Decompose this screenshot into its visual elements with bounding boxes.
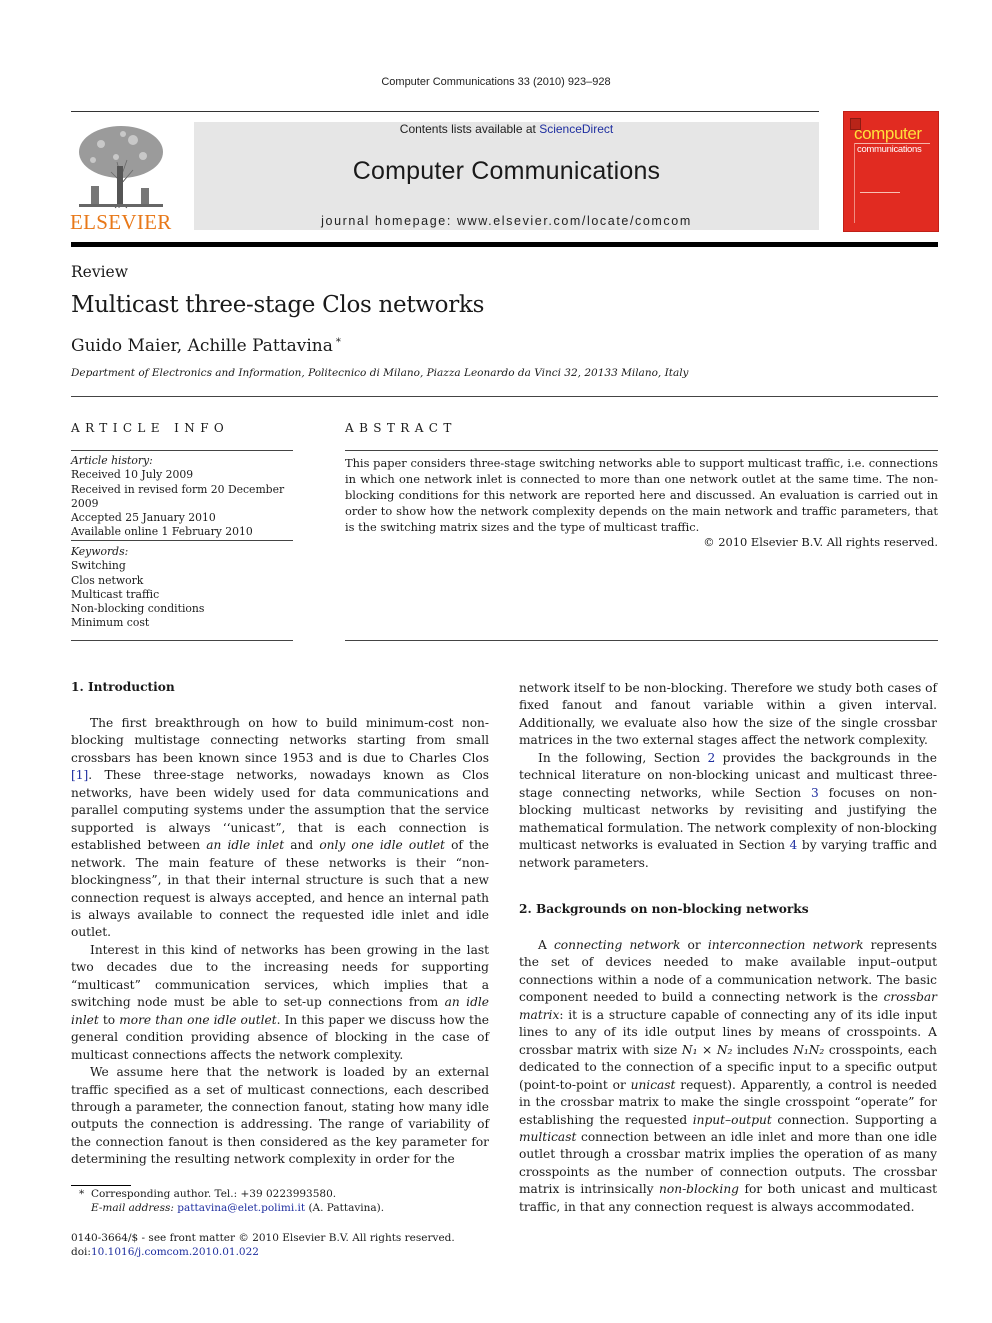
article-info-rule bbox=[71, 540, 293, 541]
section-heading-backgrounds: 2. Backgrounds on non-blocking networks bbox=[519, 902, 809, 916]
emphasis: non-blocking bbox=[659, 1182, 739, 1197]
paragraph: We assume here that the network is loade… bbox=[71, 1065, 489, 1167]
keyword: Switching bbox=[71, 559, 126, 573]
keyword: Clos network bbox=[71, 573, 144, 587]
doi-link[interactable]: 10.1016/j.comcom.2010.01.022 bbox=[91, 1246, 259, 1258]
text: of the network. The main feature of thes… bbox=[71, 838, 490, 940]
history-item: Available online 1 February 2010 bbox=[71, 525, 253, 539]
body-column-right-section2: A connecting network or interconnection … bbox=[519, 937, 937, 1216]
text: In the following, Section bbox=[538, 750, 708, 765]
emphasis: multicast bbox=[519, 1129, 577, 1144]
paragraph: In the following, Section 2 provides the… bbox=[519, 750, 937, 872]
emphasis: an idle inlet bbox=[206, 838, 285, 853]
sciencedirect-link[interactable]: ScienceDirect bbox=[539, 122, 613, 136]
corresponding-author-mark[interactable]: * bbox=[336, 337, 341, 348]
contents-prefix: Contents lists available at bbox=[399, 122, 540, 136]
info-rule bbox=[71, 396, 938, 397]
text: A bbox=[538, 938, 554, 952]
text: to bbox=[98, 1012, 120, 1027]
emphasis: only one idle outlet bbox=[319, 838, 445, 853]
text: or bbox=[680, 938, 708, 952]
emphasis: unicast bbox=[630, 1077, 676, 1092]
header-rule bbox=[71, 111, 819, 112]
footnote-text: Corresponding author. Tel.: +39 02239935… bbox=[90, 1188, 337, 1200]
issn-line: 0140-3664/$ - see front matter © 2010 El… bbox=[71, 1232, 455, 1244]
abstract-heading: ABSTRACT bbox=[345, 421, 457, 435]
article-info-rule bbox=[71, 450, 293, 451]
article-info-rule bbox=[71, 640, 293, 641]
math: N₁ × N₂ bbox=[681, 1042, 733, 1057]
doi-prefix: doi: bbox=[71, 1246, 91, 1258]
masthead-thick-rule bbox=[71, 242, 938, 247]
article-history: Article history: Received 10 July 2009 R… bbox=[71, 454, 293, 540]
paragraph-continued: network itself to be non-blocking. There… bbox=[519, 681, 937, 748]
keyword: Minimum cost bbox=[71, 616, 150, 630]
email-label: E-mail address: bbox=[91, 1202, 174, 1214]
keyword: Multicast traffic bbox=[71, 587, 160, 601]
text: includes bbox=[732, 1042, 794, 1057]
body-column-right: network itself to be non-blocking. There… bbox=[519, 680, 937, 872]
emphasis: connecting network bbox=[553, 938, 681, 952]
text: and bbox=[284, 838, 320, 853]
paragraph: The first breakthrough on how to build m… bbox=[71, 715, 489, 942]
footnote-rule bbox=[71, 1185, 131, 1186]
elsevier-tree-logo-icon bbox=[79, 126, 163, 209]
email-link[interactable]: pattavina@elet.polimi.it bbox=[177, 1202, 305, 1214]
author-names: Guido Maier, Achille Pattavina bbox=[71, 336, 333, 356]
keyword: Non-blocking conditions bbox=[71, 602, 205, 616]
history-item: Received in revised form 20 December 200… bbox=[71, 482, 285, 510]
abstract-copyright: © 2010 Elsevier B.V. All rights reserved… bbox=[703, 535, 938, 549]
abstract-rule bbox=[345, 640, 938, 641]
email-suffix: (A. Pattavina). bbox=[305, 1202, 385, 1214]
cover-title-1: computer bbox=[854, 124, 922, 143]
history-item: Received 10 July 2009 bbox=[71, 468, 194, 482]
emphasis: interconnection network bbox=[707, 938, 864, 952]
front-matter: 0140-3664/$ - see front matter © 2010 El… bbox=[71, 1231, 491, 1259]
journal-homepage-link[interactable]: journal homepage: www.elsevier.com/locat… bbox=[194, 214, 819, 228]
emphasis: input–output bbox=[692, 1112, 772, 1127]
running-head: Computer Communications 33 (2010) 923–92… bbox=[381, 76, 611, 88]
keywords: Keywords: Switching Clos network Multica… bbox=[71, 545, 293, 631]
paragraph: A connecting network or interconnection … bbox=[519, 937, 937, 1216]
history-label: Article history: bbox=[71, 454, 153, 467]
section-link[interactable]: 3 bbox=[811, 786, 819, 800]
article-info-heading: ARTICLE INFO bbox=[71, 421, 230, 435]
history-item: Accepted 25 January 2010 bbox=[71, 511, 216, 525]
text: connection. Supporting a bbox=[771, 1112, 937, 1127]
math: N₁N₂ bbox=[793, 1042, 825, 1057]
article-type: Review bbox=[71, 263, 128, 281]
footnote-mark: * bbox=[79, 1188, 85, 1200]
journal-title: Computer Communications bbox=[352, 157, 661, 185]
elsevier-logo-text: ELSEVIER bbox=[70, 210, 172, 234]
section-heading-introduction: 1. Introduction bbox=[71, 680, 175, 694]
abstract-text: This paper considers three-stage switchi… bbox=[345, 456, 938, 534]
cover-title-2: communications bbox=[857, 144, 922, 155]
journal-cover-image: computer communications bbox=[843, 111, 939, 232]
cover-vline bbox=[854, 143, 855, 223]
emphasis: more than one idle outlet bbox=[119, 1012, 277, 1027]
authors: Guido Maier, Achille Pattavina * bbox=[71, 336, 341, 356]
contents-line: Contents lists available at ScienceDirec… bbox=[194, 122, 819, 136]
footnote: * Corresponding author. Tel.: +39 022399… bbox=[71, 1187, 491, 1215]
abstract-rule bbox=[345, 450, 938, 451]
affiliation: Department of Electronics and Informatio… bbox=[71, 367, 689, 379]
keywords-label: Keywords: bbox=[71, 545, 129, 558]
body-column-left: The first breakthrough on how to build m… bbox=[71, 715, 489, 1169]
citation-link[interactable]: [1] bbox=[71, 768, 88, 782]
text: Interest in this kind of networks has be… bbox=[71, 942, 489, 1010]
text: The first breakthrough on how to build m… bbox=[71, 716, 489, 765]
cover-rule-small bbox=[860, 192, 900, 193]
paragraph: Interest in this kind of networks has be… bbox=[71, 942, 489, 1064]
article-title: Multicast three-stage Clos networks bbox=[71, 292, 485, 318]
